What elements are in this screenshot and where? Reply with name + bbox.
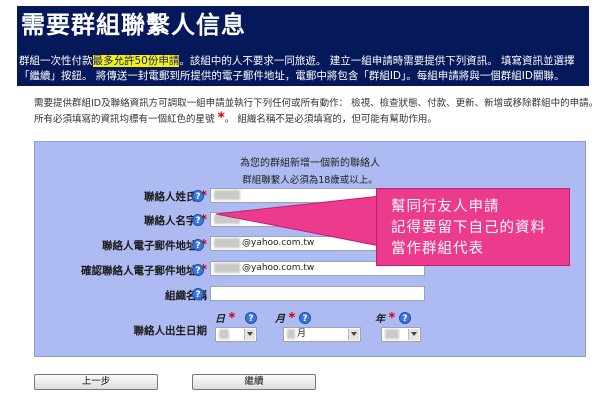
callout-line1: 幫同行友人申請 [391,199,500,215]
callout-text: 幫同行友人申請 記得要留下自己的資料 當作群組代表 [391,197,546,260]
back-button[interactable]: 上一步 [34,374,158,390]
callout-line3: 當作群組代表 [391,241,484,257]
continue-button[interactable]: 繼續 [192,374,316,390]
callout-line2: 記得要留下自己的資料 [391,220,546,236]
annotation-callout: 幫同行友人申請 記得要留下自己的資料 當作群組代表 [376,188,570,266]
callout-arrow-shape [215,195,381,247]
